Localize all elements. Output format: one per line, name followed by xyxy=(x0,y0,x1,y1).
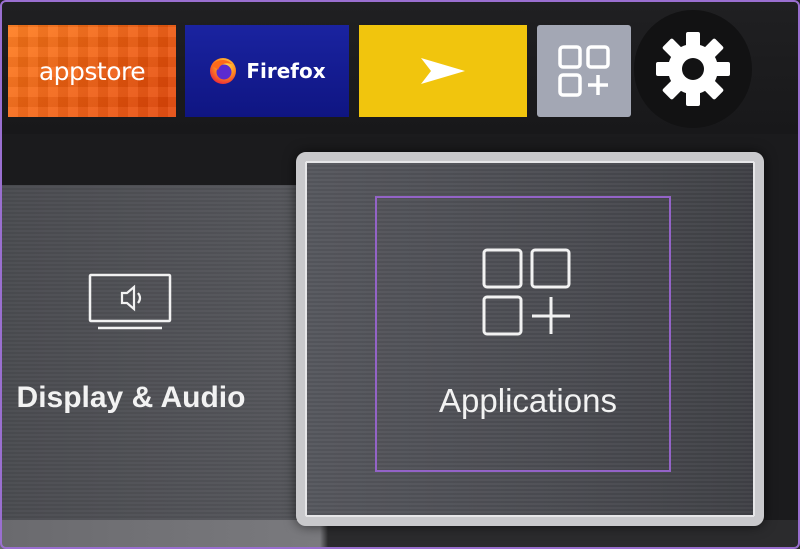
gear-icon xyxy=(656,32,730,106)
app-row: appstore Firefox xyxy=(0,0,800,134)
display-speaker-icon xyxy=(88,273,172,330)
send-tile[interactable] xyxy=(359,25,527,117)
appstore-tile[interactable]: appstore xyxy=(8,25,176,117)
firefox-label: Firefox xyxy=(246,59,326,83)
firefox-icon xyxy=(210,58,237,84)
applications-label: Applications xyxy=(439,382,617,419)
appstore-label: appstore xyxy=(38,56,146,86)
settings-item-display-audio[interactable]: Display & Audio xyxy=(0,185,296,520)
apps-grid-plus-icon xyxy=(482,248,571,336)
display-audio-label: Display & Audio xyxy=(16,381,246,414)
settings-button[interactable] xyxy=(634,10,752,128)
send-arrow-icon xyxy=(421,58,465,84)
apps-tile[interactable] xyxy=(537,25,631,117)
firefox-tile[interactable]: Firefox xyxy=(185,25,349,117)
apps-grid-plus-icon xyxy=(558,45,610,97)
